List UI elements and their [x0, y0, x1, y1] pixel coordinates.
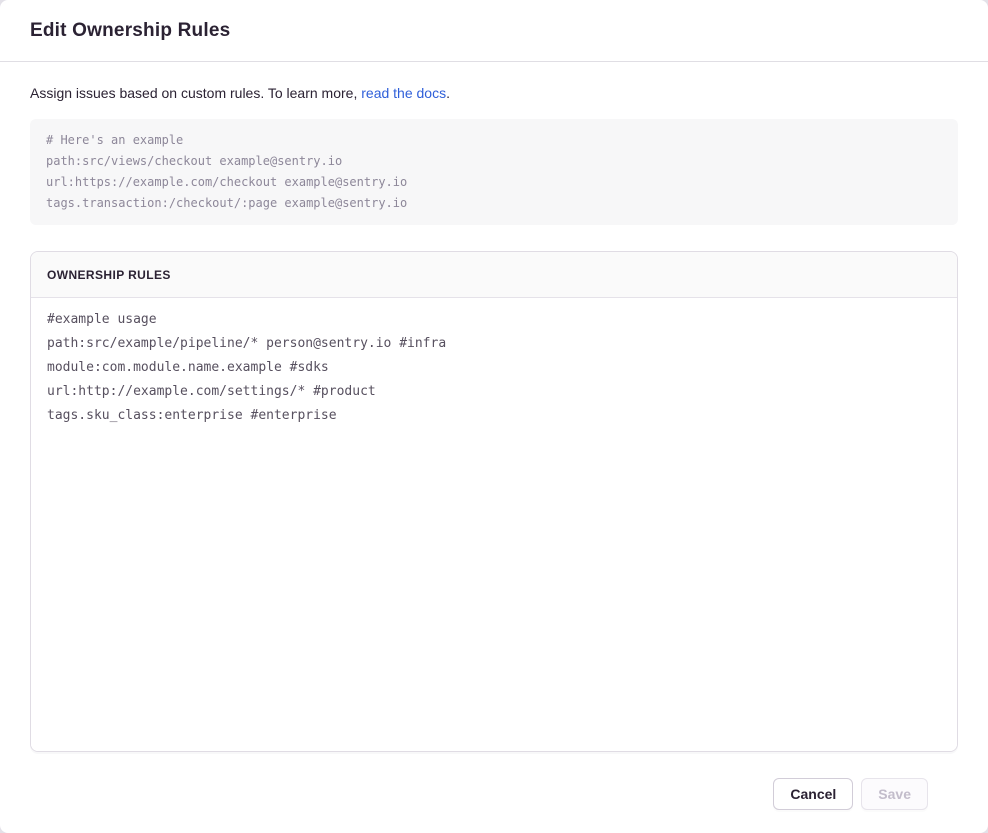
modal-header: Edit Ownership Rules [0, 0, 988, 62]
modal-footer: Cancel Save [30, 752, 958, 810]
ownership-rules-panel-header: OWNERSHIP RULES [31, 252, 957, 298]
ownership-rules-textarea[interactable]: #example usage path:src/example/pipeline… [31, 298, 957, 751]
read-the-docs-link[interactable]: read the docs [361, 85, 446, 101]
ownership-rules-panel: OWNERSHIP RULES #example usage path:src/… [30, 251, 958, 752]
modal-body: Assign issues based on custom rules. To … [0, 62, 988, 810]
cancel-button[interactable]: Cancel [773, 778, 853, 810]
edit-ownership-rules-modal: Edit Ownership Rules Assign issues based… [0, 0, 988, 833]
description-text: Assign issues based on custom rules. To … [30, 85, 361, 101]
description: Assign issues based on custom rules. To … [30, 84, 958, 103]
ownership-rules-panel-title: OWNERSHIP RULES [47, 268, 171, 282]
save-button[interactable]: Save [861, 778, 928, 810]
page-title: Edit Ownership Rules [30, 20, 230, 42]
example-code-block: # Here's an example path:src/views/check… [30, 119, 958, 225]
description-period: . [446, 85, 450, 101]
